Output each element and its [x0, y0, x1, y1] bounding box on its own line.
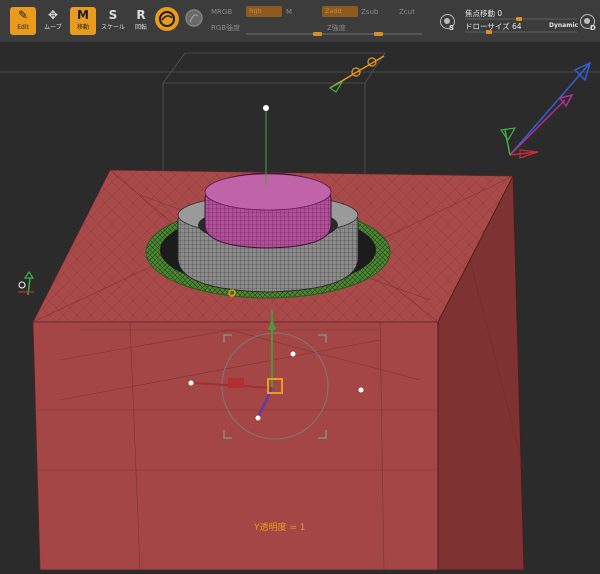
zcut-toggle[interactable]: Zcut [399, 8, 415, 16]
move-mode-icon: M [77, 8, 89, 22]
move-mode-button[interactable]: M 移動 [70, 7, 96, 35]
s-letter: S [449, 24, 455, 32]
mrgb-toggle[interactable]: MRGB [211, 8, 232, 16]
3d-viewport[interactable]: Y透明度 = 1 [0, 43, 600, 571]
rotate-icon: R [136, 8, 146, 22]
rgb-intensity-knob[interactable] [313, 32, 322, 36]
axis-tripod-left[interactable] [18, 270, 35, 296]
cube-front-face[interactable] [32, 321, 439, 571]
y-opacity-label: Y透明度 = 1 [254, 523, 306, 533]
dynamic-toggle[interactable]: Dynamic [549, 22, 578, 29]
d-letter: D [590, 24, 596, 32]
bounding-box-guides [0, 52, 600, 175]
pink-cap-top [204, 173, 332, 211]
rgb-intensity-label: RGB強度 [211, 24, 241, 32]
scene-canvas[interactable] [0, 43, 600, 571]
move-button[interactable]: ✥ ムーブ [40, 7, 66, 35]
scale-icon: S [108, 8, 118, 22]
gizmo-button[interactable] [155, 7, 179, 31]
move-icon: ✥ [47, 8, 59, 22]
zsub-toggle[interactable]: Zsub [361, 8, 378, 16]
draw-size-knob[interactable] [486, 30, 492, 34]
z-intensity-slider[interactable] [322, 33, 422, 35]
top-toolbar: ✎ Edit ✥ ムーブ M 移動 S スケール R 回転 MRGB Rgb M… [0, 0, 600, 43]
edit-button[interactable]: ✎ Edit [10, 7, 36, 35]
zadd-toggle[interactable]: Zadd [322, 6, 358, 17]
pivot-top-point[interactable] [263, 105, 269, 111]
material-sphere-button[interactable] [185, 9, 203, 27]
sphere-icon [185, 9, 203, 27]
gizmo-icon [159, 11, 175, 27]
scale-button[interactable]: S スケール [100, 7, 126, 35]
edit-icon: ✎ [17, 8, 29, 22]
z-intensity-label: Z強度 [327, 24, 346, 32]
m-toggle[interactable]: M [286, 8, 292, 16]
draw-size-slider[interactable] [465, 31, 577, 33]
axis-tripod-top[interactable] [328, 55, 385, 93]
rgb-toggle[interactable]: Rgb [246, 6, 282, 17]
z-intensity-knob[interactable] [374, 32, 383, 36]
rgb-intensity-slider[interactable] [246, 33, 322, 35]
axis-tripod-topright[interactable] [499, 61, 592, 159]
rotate-button[interactable]: R 回転 [128, 7, 154, 35]
